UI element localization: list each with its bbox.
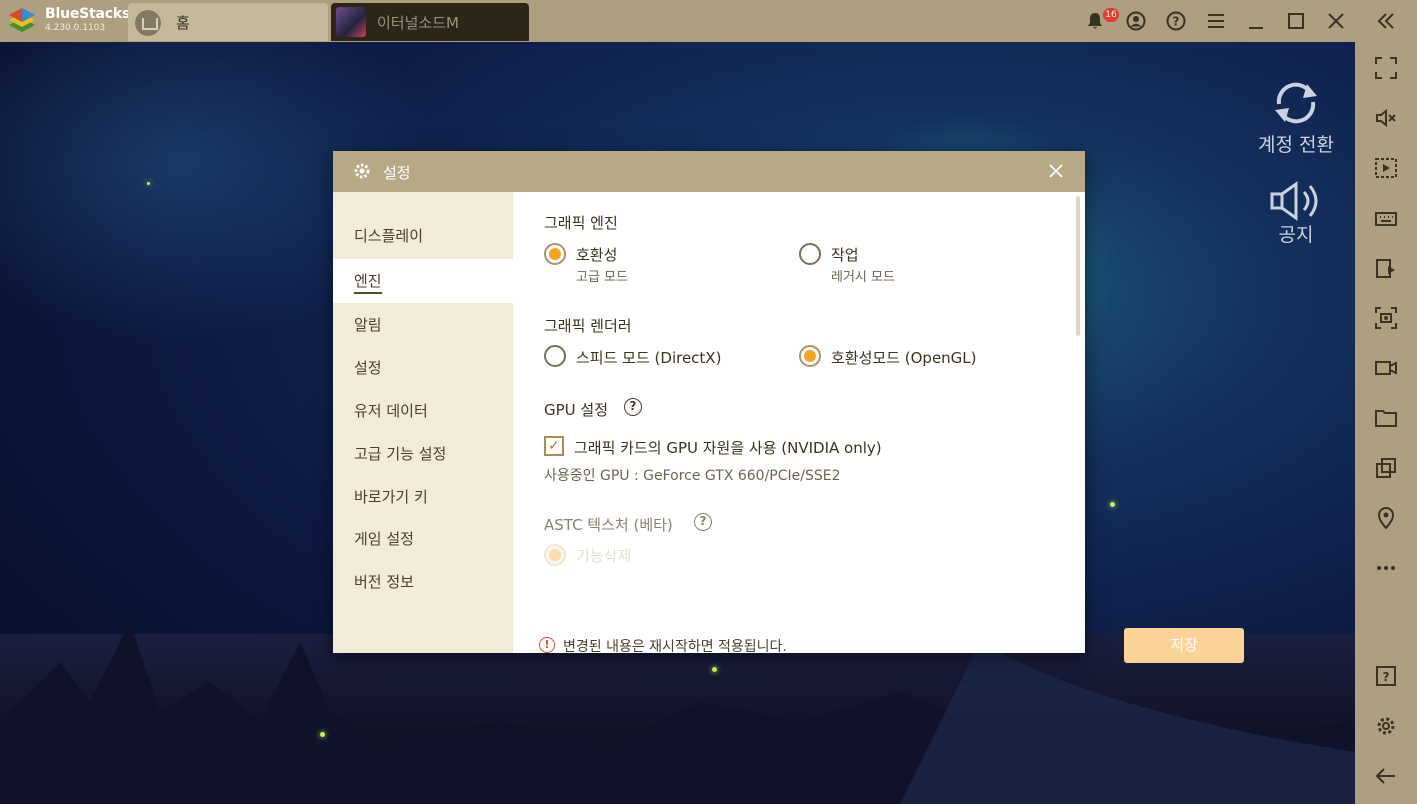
dialog-title: 설정 <box>383 164 411 182</box>
screenshot-icon[interactable] <box>1372 304 1400 332</box>
account-icon[interactable] <box>1123 8 1149 34</box>
notice-button[interactable]: 공지 <box>1236 180 1355 250</box>
save-button[interactable]: 저장 <box>1124 628 1244 663</box>
nav-item-shortcuts[interactable]: 바로가기 키 <box>333 475 513 519</box>
more-icon[interactable] <box>1372 554 1400 582</box>
renderer-directx-label: 스피드 모드 (DirectX) <box>576 349 722 367</box>
nav-item-label: 유저 데이터 <box>354 402 428 420</box>
nav-item-label: 엔진 <box>354 272 382 294</box>
help-icon[interactable]: ? <box>1163 8 1189 34</box>
dialog-close-icon[interactable] <box>1045 159 1067 183</box>
notification-badge: 16 <box>1103 8 1119 22</box>
app-name: BlueStacks <box>45 6 131 22</box>
gpu-checkbox[interactable]: ✓ <box>544 436 564 456</box>
mute-icon[interactable] <box>1372 104 1400 132</box>
nav-item-display[interactable]: 디스플레이 <box>333 214 513 258</box>
refresh-icon <box>1275 82 1317 124</box>
maximize-icon[interactable] <box>1283 8 1309 34</box>
nav-item-game-settings[interactable]: 게임 설정 <box>333 517 513 561</box>
tab-home-label: 홈 <box>176 14 190 32</box>
install-apk-icon[interactable] <box>1372 254 1400 282</box>
gpu-info: 사용중인 GPU : GeForce GTX 660/PCIe/SSE2 <box>544 468 841 484</box>
account-switch-button[interactable]: 계정 전환 <box>1236 76 1355 180</box>
astc-option-label: 기능삭제 <box>576 547 632 565</box>
restart-notice: 변경된 내용은 재시작하면 적용됩니다. <box>563 639 787 655</box>
graphics-renderer-title: 그래픽 렌더러 <box>544 317 632 335</box>
tab-home[interactable]: 홈 <box>128 3 328 41</box>
multi-instance-icon[interactable] <box>1372 454 1400 482</box>
menu-icon[interactable] <box>1203 8 1229 34</box>
nav-item-label: 게임 설정 <box>354 530 414 548</box>
macro-icon[interactable] <box>1372 154 1400 182</box>
engine-compat-sub: 고급 모드 <box>576 270 628 285</box>
astc-radio <box>544 544 566 566</box>
record-video-icon[interactable] <box>1372 354 1400 382</box>
tab-game-label: 이터널소드M <box>377 14 459 32</box>
renderer-directx-radio[interactable] <box>544 345 566 367</box>
nav-item-label: 고급 기능 설정 <box>354 445 447 463</box>
nav-item-version[interactable]: 버전 정보 <box>333 560 513 604</box>
nav-item-engine[interactable]: 엔진 <box>333 259 513 303</box>
firefly <box>320 732 325 737</box>
gpu-checkbox-label: 그래픽 카드의 GPU 자원을 사용 (NVIDIA only) <box>574 439 882 457</box>
right-toolbar: ? <box>1355 42 1417 804</box>
engine-legacy-radio[interactable] <box>799 243 821 265</box>
folder-icon[interactable] <box>1372 404 1400 432</box>
minimize-icon[interactable] <box>1243 8 1269 34</box>
renderer-opengl-radio[interactable] <box>799 345 821 367</box>
engine-compat-radio[interactable] <box>544 243 566 265</box>
help-square-icon[interactable]: ? <box>1372 662 1400 690</box>
home-icon <box>135 10 161 36</box>
gpu-settings-title: GPU 설정 <box>544 401 609 419</box>
nav-item-label: 알림 <box>354 316 382 334</box>
nav-item-notifications[interactable]: 알림 <box>333 303 513 347</box>
title-bar: BlueStacks 4.230.0.1103 홈 이터널소드M 16 ? <box>0 0 1417 42</box>
info-icon: ! <box>539 637 555 653</box>
game-thumbnail-icon <box>336 7 366 37</box>
svg-text:?: ? <box>1173 15 1180 29</box>
keyboard-icon[interactable] <box>1372 204 1400 232</box>
graphics-engine-title: 그래픽 엔진 <box>544 214 618 232</box>
engine-compat-label: 호환성 <box>576 246 618 264</box>
nav-item-label: 디스플레이 <box>354 227 424 245</box>
notice-label: 공지 <box>1278 224 1314 246</box>
svg-text:?: ? <box>1383 670 1390 684</box>
fullscreen-icon[interactable] <box>1372 54 1400 82</box>
panel-scrollbar[interactable] <box>1076 196 1080 336</box>
nav-item-label: 버전 정보 <box>354 573 414 591</box>
nav-item-label: 설정 <box>354 359 382 377</box>
back-arrow-icon[interactable] <box>1372 762 1400 790</box>
settings-gear-icon[interactable] <box>1372 712 1400 740</box>
firefly <box>712 667 717 672</box>
engine-panel: 그래픽 엔진 호환성 고급 모드 작업 레거시 모드 그래픽 렌더러 스피드 모… <box>513 192 1244 663</box>
nav-item-advanced[interactable]: 고급 기능 설정 <box>333 432 513 476</box>
bluestacks-logo <box>9 8 35 32</box>
nav-item-label: 바로가기 키 <box>354 488 428 506</box>
gpu-help-icon[interactable]: ? <box>624 398 642 416</box>
settings-nav: 디스플레이 엔진 알림 설정 유저 데이터 고급 기능 설정 바로가기 키 게임… <box>333 192 513 653</box>
location-icon[interactable] <box>1372 504 1400 532</box>
nav-item-user-data[interactable]: 유저 데이터 <box>333 389 513 433</box>
engine-legacy-label: 작업 <box>831 246 859 264</box>
firefly <box>147 182 150 185</box>
close-icon[interactable] <box>1323 8 1349 34</box>
app-version: 4.230.0.1103 <box>45 23 106 33</box>
speaker-icon <box>1270 181 1318 221</box>
account-switch-label: 계정 전환 <box>1258 134 1334 156</box>
engine-legacy-sub: 레거시 모드 <box>831 270 895 285</box>
renderer-opengl-label: 호환성모드 (OpenGL) <box>831 349 977 367</box>
gear-icon <box>353 162 371 184</box>
firefly <box>1110 502 1115 507</box>
dialog-header: 설정 <box>333 151 1085 192</box>
tab-game[interactable]: 이터널소드M <box>331 3 529 41</box>
astc-title: ASTC 텍스처 (베타) <box>544 516 673 534</box>
astc-help-icon[interactable]: ? <box>694 513 712 531</box>
settings-dialog: 설정 디스플레이 엔진 알림 설정 유저 데이터 고급 기능 설정 바로가기 키… <box>333 151 1244 663</box>
nav-item-settings[interactable]: 설정 <box>333 346 513 390</box>
collapse-sidebar-icon[interactable] <box>1373 8 1399 34</box>
